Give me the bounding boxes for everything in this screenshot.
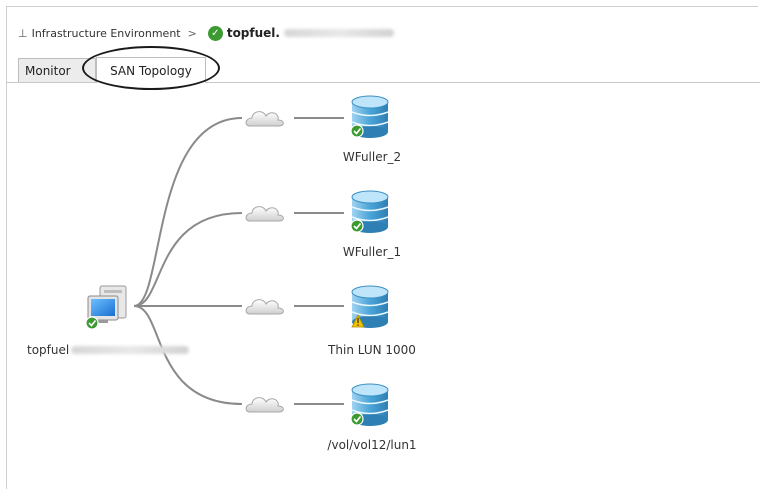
ok-status-icon <box>350 412 364 426</box>
lun-label[interactable]: /vol/vol12/lun1 <box>327 438 416 452</box>
storage-database-icon[interactable] <box>350 383 389 426</box>
computer-icon[interactable] <box>85 285 127 330</box>
lun-label[interactable]: Thin LUN 1000 <box>328 343 416 357</box>
cloud-icon <box>245 397 284 413</box>
redacted-text <box>71 346 190 354</box>
storage-database-icon[interactable] <box>350 95 389 138</box>
storage-database-icon[interactable] <box>351 285 389 328</box>
lun-label[interactable]: WFuller_2 <box>343 150 401 164</box>
lun-label[interactable]: WFuller_1 <box>343 245 401 259</box>
cloud-icon <box>245 299 284 315</box>
host-name: topfuel <box>27 343 70 357</box>
ok-status-icon <box>85 316 99 330</box>
ok-status-icon <box>350 219 364 233</box>
cloud-icon <box>245 206 284 222</box>
storage-database-icon[interactable] <box>350 190 389 233</box>
cloud-to-lun-connectors <box>294 117 344 405</box>
host-label[interactable]: topfuel <box>27 343 190 357</box>
connector-line <box>133 117 243 307</box>
host-connectors <box>133 117 243 405</box>
cloud-icon <box>245 111 284 127</box>
ok-status-icon <box>350 124 364 138</box>
fabric-clouds <box>245 111 284 413</box>
connector-line <box>133 212 243 307</box>
